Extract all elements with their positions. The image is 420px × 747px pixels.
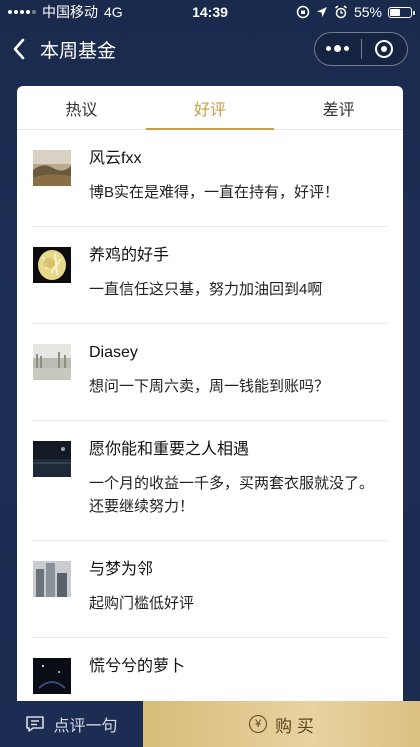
orientation-lock-icon — [296, 5, 310, 19]
reviewer-name: 与梦为邻 — [89, 561, 154, 578]
review-list: 风云fxx 博B实在是难得，一直在持有，好评！ 养鸡的好手 一直信任这只基，努力… — [17, 130, 403, 706]
more-button[interactable] — [315, 33, 361, 65]
battery-percent: 55% — [353, 4, 382, 20]
location-icon — [316, 7, 327, 17]
avatar — [33, 441, 71, 477]
reviewer-name: 慌兮兮的萝卜 — [89, 658, 186, 675]
network-label: 4G — [104, 4, 123, 20]
avatar — [33, 150, 71, 186]
battery-level — [390, 8, 401, 16]
avatar — [33, 247, 71, 283]
write-comment-label: 点评一句 — [53, 718, 118, 735]
avatar — [33, 561, 71, 597]
review-tabs: 热议 好评 差评 — [17, 86, 403, 130]
more-dots-icon — [326, 45, 350, 52]
reviewer-name: 愿你能和重要之人相遇 — [89, 441, 250, 458]
reviews-card: 热议 好评 差评 风云fxx 博B实在是难得，一直在持有，好评！ 养鸡的好手 一… — [17, 86, 403, 706]
buy-button[interactable]: ¥ 购 买 — [143, 701, 420, 747]
review-item[interactable]: Diasey 想问一下周六卖，周一钱能到账吗？ — [33, 324, 387, 421]
review-text: 一个月的收益一千多，买两套衣服就没了。还要继续努力！ — [89, 475, 375, 515]
review-text: 一直信任这只基，努力加油回到4啊 — [89, 281, 323, 298]
reviewer-name: 养鸡的好手 — [89, 247, 170, 264]
tab-negative[interactable]: 差评 — [274, 86, 403, 129]
tab-label: 好评 — [194, 101, 227, 119]
mini-program-capsule — [314, 32, 408, 66]
reviewer-name: Diasey — [89, 344, 138, 361]
status-right: 55% — [296, 4, 415, 20]
review-item[interactable]: 慌兮兮的萝卜 — [33, 638, 387, 706]
tab-label: 热议 — [65, 101, 98, 119]
tab-positive[interactable]: 好评 — [145, 86, 275, 130]
write-comment-button[interactable]: 点评一句 — [0, 701, 143, 747]
yen-icon: ¥ — [249, 715, 268, 733]
review-text: 博B实在是难得，一直在持有，好评！ — [89, 184, 340, 201]
back-icon[interactable] — [12, 35, 32, 63]
close-mini-program-button[interactable] — [362, 33, 408, 65]
tab-label: 差评 — [322, 101, 355, 119]
review-item[interactable]: 养鸡的好手 一直信任这只基，努力加油回到4啊 — [33, 227, 387, 324]
alarm-icon — [335, 5, 347, 19]
carrier-label: 中国移动 — [42, 4, 98, 20]
page-title: 本周基金 — [40, 40, 117, 62]
review-text: 起购门槛低好评 — [89, 595, 195, 612]
review-item[interactable]: 愿你能和重要之人相遇 一个月的收益一千多，买两套衣服就没了。还要继续努力！ — [33, 421, 387, 541]
status-left: 中国移动 4G — [8, 2, 123, 22]
bottom-action-bar: 点评一句 ¥ 购 买 — [0, 701, 420, 747]
avatar — [33, 344, 71, 380]
battery-icon — [388, 6, 415, 18]
review-item[interactable]: 风云fxx 博B实在是难得，一直在持有，好评！ — [33, 130, 387, 227]
tab-hot[interactable]: 热议 — [17, 86, 146, 129]
target-circle-icon — [375, 40, 394, 58]
review-item[interactable]: 与梦为邻 起购门槛低好评 — [33, 541, 387, 638]
avatar — [33, 658, 71, 694]
nav-bar: 本周基金 — [0, 24, 420, 74]
review-text: 想问一下周六卖，周一钱能到账吗？ — [89, 378, 330, 395]
reviewer-name: 风云fxx — [89, 150, 142, 167]
buy-label: 购 买 — [275, 716, 314, 736]
comment-icon — [26, 716, 45, 732]
status-bar: 中国移动 4G 14:39 55% — [0, 0, 420, 24]
signal-icon — [8, 10, 36, 14]
